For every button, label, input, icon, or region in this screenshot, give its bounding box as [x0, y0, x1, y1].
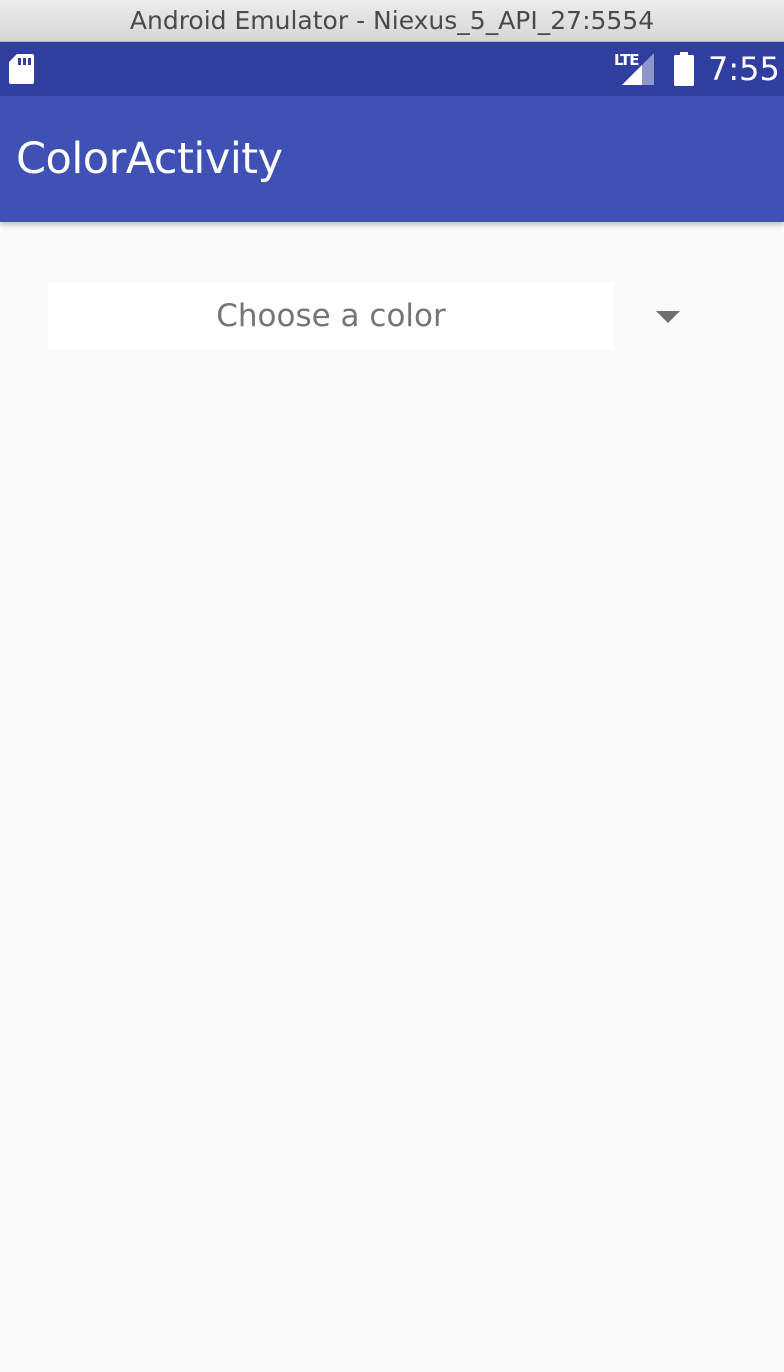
window-titlebar: Android Emulator - Niexus_5_API_27:5554 — [0, 0, 784, 42]
status-time: 7:55 — [708, 50, 780, 88]
battery-icon — [674, 52, 694, 86]
dropdown-arrow-icon[interactable] — [656, 311, 680, 323]
app-bar: ColorActivity — [0, 96, 784, 222]
sd-card-icon — [9, 54, 34, 84]
app-title: ColorActivity — [16, 134, 283, 184]
status-bar: LTE 7:55 — [0, 42, 784, 96]
spinner-field[interactable]: Choose a color — [48, 282, 614, 350]
window-title: Android Emulator - Niexus_5_API_27:5554 — [129, 6, 655, 35]
network-type-label: LTE — [614, 51, 640, 69]
spinner-prompt: Choose a color — [216, 298, 446, 334]
color-spinner[interactable]: Choose a color — [48, 282, 688, 350]
